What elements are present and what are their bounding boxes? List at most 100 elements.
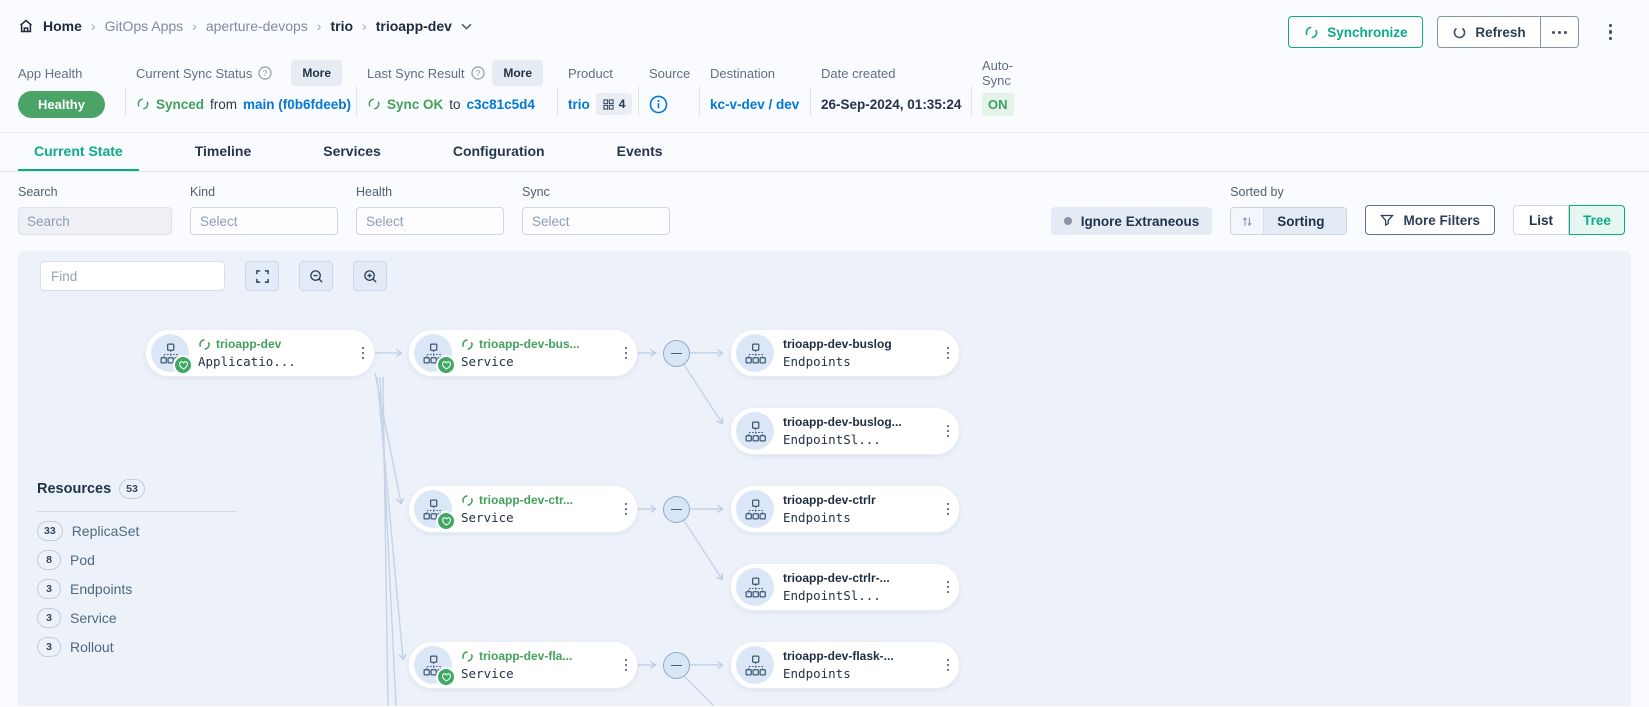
tab[interactable]: Timeline <box>179 133 268 171</box>
breadcrumb-item[interactable]: › aperture-devops <box>192 18 308 34</box>
sync-status-text: Synced <box>156 97 204 112</box>
collapse-node-button[interactable] <box>663 496 690 523</box>
collapse-node-button[interactable] <box>663 652 690 679</box>
tree-node[interactable]: trioapp-dev-ctrlr Endpoints <box>730 485 960 533</box>
node-name: trioapp-dev-flask-... <box>783 649 894 663</box>
product-count-badge[interactable]: 4 <box>596 93 633 115</box>
healthy-heart-badge <box>436 511 456 531</box>
node-kind: Service <box>461 354 615 369</box>
auto-sync-label: Auto-Sync <box>982 58 1032 88</box>
node-menu-kebab-icon[interactable] <box>937 486 959 532</box>
resource-kind-item[interactable]: 3 Service <box>37 608 237 628</box>
node-menu-kebab-icon[interactable] <box>937 408 959 454</box>
last-sync-connector-text: to <box>449 97 460 112</box>
node-menu-kebab-icon[interactable] <box>615 642 637 688</box>
resource-count-badge: 3 <box>37 608 61 628</box>
destination-column: Destination kc-v-dev / dev <box>700 60 810 118</box>
tree-node[interactable]: trioapp-dev-buslog Endpoints <box>730 329 960 377</box>
sync-status-icon <box>461 338 474 351</box>
tree-node[interactable]: trioapp-dev-buslog... EndpointSl... <box>730 407 960 455</box>
workload-icon <box>414 490 452 528</box>
resource-count-badge: 8 <box>37 550 61 570</box>
resource-kind-item[interactable]: 33 ReplicaSet <box>37 521 237 541</box>
sync-revision-link[interactable]: main (f0b6fdeeb) <box>243 97 351 112</box>
breadcrumb-item[interactable]: Home <box>18 18 82 34</box>
refresh-button[interactable]: Refresh <box>1438 17 1539 47</box>
resource-count-badge: 3 <box>37 637 61 657</box>
tree-node[interactable]: trioapp-dev Applicatio... <box>145 329 375 377</box>
tab-bar: Current State Timeline Services Configur… <box>0 132 1649 172</box>
destination-link[interactable]: kc-v-dev / dev <box>710 97 799 112</box>
tab[interactable]: Configuration <box>437 133 561 171</box>
synchronize-button[interactable]: Synchronize <box>1288 16 1423 48</box>
zoom-in-button[interactable] <box>353 261 387 291</box>
sync-filter: Sync Select <box>522 185 670 235</box>
node-kind: Service <box>461 510 615 525</box>
last-sync-status-text: Sync OK <box>387 97 443 112</box>
view-toggle: List Tree <box>1513 205 1625 235</box>
help-icon: ? <box>471 66 485 80</box>
filter-bar: Search Kind Select Health Select Sync Se… <box>0 172 1649 251</box>
resource-kind-item[interactable]: 3 Endpoints <box>37 579 237 599</box>
tab[interactable]: Events <box>601 133 679 171</box>
tree-view-button[interactable]: Tree <box>1569 205 1625 235</box>
refresh-more-options-button[interactable] <box>1540 17 1578 47</box>
workload-icon <box>414 334 452 372</box>
svg-text:?: ? <box>475 68 480 78</box>
tree-node[interactable]: trioapp-dev-ctr... Service <box>408 485 638 533</box>
sorting-select[interactable]: Sorting <box>1230 207 1347 235</box>
tab[interactable]: Current State <box>18 133 139 171</box>
search-input[interactable] <box>19 208 172 234</box>
breadcrumb-separator: › <box>317 18 322 34</box>
product-label: Product <box>568 66 613 81</box>
node-name: trioapp-dev-bus... <box>479 337 580 351</box>
fit-view-button[interactable] <box>245 261 279 291</box>
list-view-button[interactable]: List <box>1513 205 1569 235</box>
source-column: Source <box>639 60 699 118</box>
bullet-icon <box>1064 217 1072 225</box>
tree-node[interactable]: trioapp-dev-flask-... Endpoints <box>730 641 960 689</box>
app-health-column: App Health Healthy <box>18 60 125 118</box>
refresh-icon <box>1452 25 1467 40</box>
collapse-node-button[interactable] <box>663 340 690 367</box>
zoom-out-button[interactable] <box>299 261 333 291</box>
breadcrumb-item[interactable]: › trioapp-dev <box>362 18 472 34</box>
node-kind: Endpoints <box>783 510 937 525</box>
product-link[interactable]: trio <box>568 97 590 112</box>
kind-select[interactable]: Select <box>190 207 338 235</box>
sync-status-icon <box>367 97 381 111</box>
node-menu-kebab-icon[interactable] <box>937 564 959 610</box>
sync-select[interactable]: Select <box>522 207 670 235</box>
resources-title: Resources <box>37 481 111 497</box>
healthy-heart-badge <box>173 355 193 375</box>
breadcrumb-item[interactable]: › trio <box>317 18 353 34</box>
source-info-icon[interactable] <box>649 95 668 114</box>
node-menu-kebab-icon[interactable] <box>615 330 637 376</box>
last-sync-revision-link[interactable]: c3c81c5d4 <box>467 97 535 112</box>
last-sync-more-button[interactable]: More <box>492 60 543 86</box>
resource-tree-canvas: trioapp-dev Applicatio... <box>18 251 1631 706</box>
resource-kind-item[interactable]: 3 Rollout <box>37 637 237 657</box>
resource-kind-item[interactable]: 8 Pod <box>37 550 237 570</box>
more-filters-button[interactable]: More Filters <box>1365 205 1495 235</box>
auto-sync-column: Auto-Sync ON <box>972 60 1032 118</box>
tree-node[interactable]: trioapp-dev-ctrlr-... EndpointSl... <box>730 563 960 611</box>
node-menu-kebab-icon[interactable] <box>615 486 637 532</box>
zoom-out-icon <box>309 269 324 284</box>
breadcrumb-separator: › <box>192 18 197 34</box>
node-menu-kebab-icon[interactable] <box>352 330 374 376</box>
node-menu-kebab-icon[interactable] <box>937 642 959 688</box>
tree-node[interactable]: trioapp-dev-bus... Service <box>408 329 638 377</box>
kind-filter: Kind Select <box>190 185 338 235</box>
node-menu-kebab-icon[interactable] <box>937 330 959 376</box>
page-menu-kebab-icon[interactable] <box>1609 24 1612 40</box>
current-sync-more-button[interactable]: More <box>291 60 342 86</box>
ignore-extraneous-button[interactable]: Ignore Extraneous <box>1051 207 1213 235</box>
find-input[interactable] <box>51 269 228 284</box>
tab[interactable]: Services <box>307 133 397 171</box>
health-select[interactable]: Select <box>356 207 504 235</box>
tree-node[interactable]: trioapp-dev-fla... Service <box>408 641 638 689</box>
app-health-label: App Health <box>18 66 82 81</box>
page-header: Home › GitOps Apps › aperture-devops <box>0 0 1649 52</box>
breadcrumb-item[interactable]: › GitOps Apps <box>91 18 183 34</box>
